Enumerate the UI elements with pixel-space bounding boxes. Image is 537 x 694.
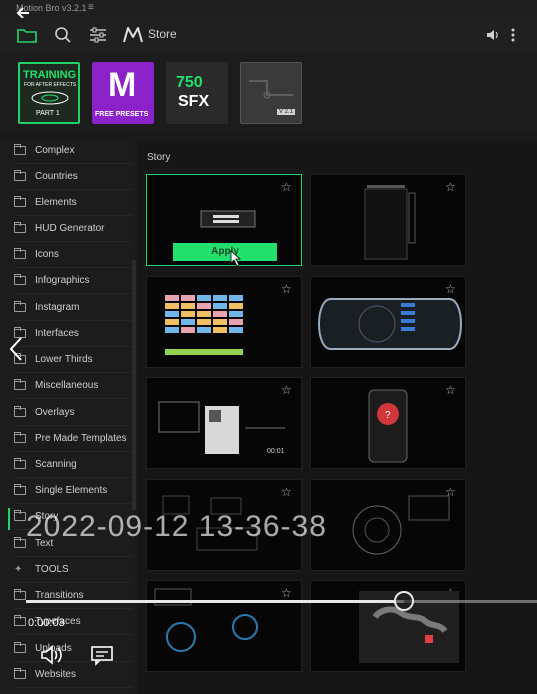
training-title: TRAINING <box>23 69 77 81</box>
folder-icon <box>14 379 26 390</box>
svg-text:?: ? <box>385 410 391 421</box>
sidebar-item-icons[interactable]: Icons <box>14 242 132 268</box>
preset-thumb-3[interactable]: ☆ <box>146 276 302 368</box>
preset-thumb-9[interactable]: ☆ <box>146 580 302 672</box>
folder-icon <box>14 642 26 653</box>
section-title: Story <box>147 152 171 163</box>
thumb-graphic <box>200 210 256 228</box>
folder-icon <box>14 406 26 417</box>
volume-icon[interactable] <box>40 644 66 668</box>
preset-thumb-6[interactable]: ☆ ? <box>310 377 466 469</box>
folder-icon <box>14 537 26 548</box>
active-indicator <box>8 508 10 530</box>
sidebar-item-transitions[interactable]: Transitions <box>14 583 132 609</box>
captions-icon[interactable] <box>90 644 116 668</box>
thumb-graphic <box>165 295 243 355</box>
thumb-graphic <box>154 588 258 652</box>
folder-icon[interactable] <box>16 24 38 46</box>
volume-icon[interactable] <box>482 24 504 46</box>
filters-icon[interactable] <box>87 24 109 46</box>
previous-chevron-icon[interactable] <box>8 336 26 364</box>
sidebar-item-complex[interactable]: Complex <box>14 138 132 164</box>
cursor-icon <box>230 250 242 267</box>
training-graphic <box>31 91 69 105</box>
training-part: PART 1 <box>36 110 60 117</box>
folder-icon <box>14 615 26 626</box>
folder-icon <box>14 668 26 679</box>
favorite-star-icon[interactable]: ☆ <box>445 384 457 396</box>
sidebar-item-instagram[interactable]: Instagram <box>14 295 132 321</box>
folder-icon <box>14 484 26 495</box>
sidebar-item-pre-made-templates[interactable]: Pre Made Templates <box>14 426 132 452</box>
seek-bar-fill <box>26 600 405 603</box>
circuit-graphic <box>249 80 293 99</box>
training-subtitle: FOR AFTER EFFECTS <box>24 82 77 88</box>
folder-icon <box>14 196 26 207</box>
tools-sparkle-icon: ✦ <box>14 564 23 575</box>
sidebar-item-infographics[interactable]: Infographics <box>14 268 132 294</box>
sidebar-item-elements[interactable]: Elements <box>14 190 132 216</box>
free-presets-banner[interactable]: M FREE PRESETS <box>92 62 154 124</box>
promo-banner-row: TRAINING FOR AFTER EFFECTS PART 1 M FREE… <box>0 52 537 132</box>
sidebar-item-interfaces[interactable]: Interfaces <box>14 321 132 347</box>
current-time: 0:00:03 <box>28 617 65 629</box>
presets-label: FREE PRESETS <box>95 111 149 118</box>
folder-icon <box>14 222 26 233</box>
thumb-hud-time: 00:01 <box>267 448 285 455</box>
presets-logo: M <box>108 66 137 104</box>
folder-icon <box>14 170 26 181</box>
folder-icon <box>14 510 26 521</box>
sidebar-item-miscellaneous[interactable]: Miscellaneous <box>14 373 132 399</box>
training-banner[interactable]: TRAINING FOR AFTER EFFECTS PART 1 <box>18 62 80 124</box>
thumb-graphic <box>317 298 463 350</box>
thumb-graphic <box>352 495 450 555</box>
sidebar-item-lower-thirds[interactable]: Lower Thirds <box>14 347 132 373</box>
sidebar-item-single-elements[interactable]: Single Elements <box>14 478 132 504</box>
folder-icon <box>14 274 26 285</box>
store-link[interactable]: Store <box>148 27 177 41</box>
version-badge: V 2.1 <box>277 109 296 115</box>
sfx-label: SFX <box>178 93 210 110</box>
thumb-graphic: ? <box>368 389 408 463</box>
thumb-graphic <box>364 185 416 260</box>
title-bar: Motion Bro v3.2.1 ≡ <box>0 0 537 18</box>
apply-button[interactable]: Apply <box>173 243 277 261</box>
folder-icon <box>14 589 26 600</box>
favorite-star-icon[interactable]: ☆ <box>281 181 293 193</box>
recording-timestamp: 2022-09-12 13-36-38 <box>26 510 327 543</box>
preset-thumb-4[interactable]: ☆ <box>310 276 466 368</box>
favorite-star-icon[interactable]: ☆ <box>281 283 293 295</box>
preset-thumb-10[interactable]: ☆ <box>310 580 466 672</box>
seek-bar[interactable] <box>26 591 537 611</box>
more-vertical-icon[interactable] <box>502 24 524 46</box>
preset-thumb-8[interactable]: ☆ <box>310 479 466 571</box>
sfx-count: 750 <box>176 74 203 91</box>
preset-thumb-5[interactable]: ☆ 00:01 <box>146 377 302 469</box>
sidebar-item-countries[interactable]: Countries <box>14 164 132 190</box>
hamburger-icon[interactable]: ≡ <box>88 2 94 13</box>
preset-thumb-2[interactable]: ☆ <box>310 174 466 266</box>
toolbar: Store <box>0 18 537 52</box>
preset-thumb-1[interactable]: ☆ Apply <box>146 174 302 267</box>
v21-banner[interactable]: V 2.1 <box>240 62 302 124</box>
sidebar-scrollbar[interactable] <box>132 260 136 510</box>
sidebar-item-hud-generator[interactable]: HUD Generator <box>14 216 132 242</box>
motion-bro-logo-icon[interactable] <box>122 24 144 46</box>
folder-icon <box>14 301 26 312</box>
folder-icon <box>14 432 26 443</box>
folder-icon <box>14 248 26 259</box>
search-icon[interactable] <box>52 24 74 46</box>
seek-handle[interactable] <box>394 591 415 611</box>
folder-icon <box>14 144 26 155</box>
sidebar-item-tools[interactable]: ✦ TOOLS <box>14 557 132 583</box>
sidebar-item-overlays[interactable]: Overlays <box>14 400 132 426</box>
sfx-banner[interactable]: 750 SFX <box>166 62 228 124</box>
favorite-star-icon[interactable]: ☆ <box>445 181 457 193</box>
sidebar-item-scanning[interactable]: Scanning <box>14 452 132 478</box>
folder-icon <box>14 458 26 469</box>
